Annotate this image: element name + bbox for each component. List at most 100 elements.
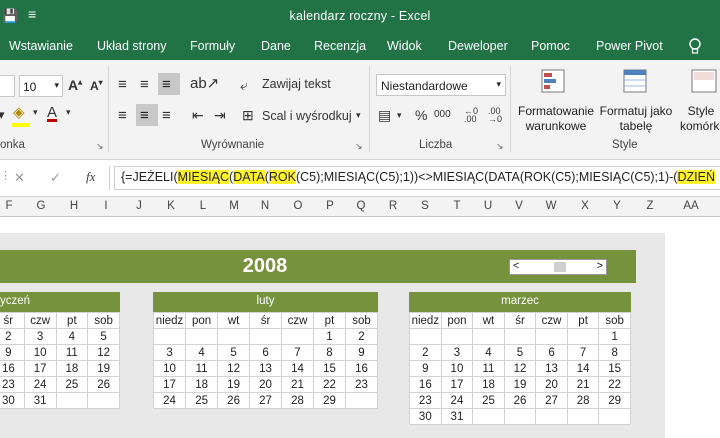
day-cell[interactable]: 4: [185, 344, 219, 361]
formula-input[interactable]: {=JEŻELI(MIESIĄC(DATA(ROK(C5);MIESIĄC(C5…: [114, 166, 720, 190]
percent-button[interactable]: %: [415, 108, 427, 122]
worksheet[interactable]: 2008 < > yczeń śr czw pt sob 2 3 4 5 9 10 11 12 16 17 1…: [0, 217, 720, 438]
day-cell[interactable]: 10: [440, 360, 474, 377]
day-cell[interactable]: 26: [503, 392, 537, 409]
scroll-right-icon[interactable]: >: [597, 260, 603, 272]
font-size-dropdown[interactable]: 10 ▾: [19, 75, 63, 97]
day-cell[interactable]: 2: [344, 328, 379, 345]
wrap-text-icon[interactable]: ⤶: [240, 78, 248, 92]
day-cell[interactable]: [566, 328, 600, 345]
day-cell[interactable]: 9: [344, 344, 379, 361]
tab-insert[interactable]: Wstawianie: [9, 39, 73, 53]
merge-center-button[interactable]: Scal i wyśrodkuj: [262, 110, 352, 123]
decrease-indent-icon[interactable]: ⇤: [192, 108, 204, 122]
day-cell[interactable]: 21: [280, 376, 315, 393]
column-header[interactable]: Y: [607, 200, 627, 212]
day-cell[interactable]: 25: [185, 392, 219, 409]
column-header[interactable]: R: [383, 200, 403, 212]
column-header[interactable]: W: [541, 200, 561, 212]
orientation-icon[interactable]: ab↗: [190, 76, 219, 91]
column-header[interactable]: J: [129, 200, 149, 212]
year-scrollbar[interactable]: < >: [509, 259, 607, 275]
column-header[interactable]: T: [447, 200, 467, 212]
chevron-down-icon[interactable]: ▾: [356, 111, 361, 120]
conditional-format-button[interactable]: Formatowanie warunkowe: [516, 104, 596, 134]
increase-decimal-icon[interactable]: ←0.00: [464, 107, 478, 124]
day-cell[interactable]: 5: [503, 344, 537, 361]
column-header[interactable]: Z: [640, 200, 660, 212]
column-header[interactable]: V: [509, 200, 529, 212]
chevron-down-icon[interactable]: ▾: [397, 111, 402, 120]
day-cell[interactable]: [440, 328, 474, 345]
cell-styles-button[interactable]: Style komórki: [676, 104, 720, 134]
day-cell[interactable]: 6: [249, 344, 282, 361]
scroll-thumb[interactable]: [554, 262, 566, 272]
wrap-text-button[interactable]: Zawijaj tekst: [262, 78, 331, 91]
tab-page-layout[interactable]: Układ strony: [97, 39, 166, 53]
day-cell[interactable]: [280, 328, 315, 345]
chevron-down-icon[interactable]: ▾: [66, 108, 71, 117]
day-cell[interactable]: [535, 408, 568, 425]
cell-styles-icon[interactable]: [690, 68, 718, 96]
day-cell[interactable]: 24: [440, 392, 474, 409]
column-header[interactable]: K: [161, 200, 181, 212]
column-header[interactable]: G: [31, 200, 51, 212]
day-cell[interactable]: 16: [0, 360, 25, 377]
day-cell[interactable]: 15: [313, 360, 346, 377]
day-cell[interactable]: 26: [217, 392, 251, 409]
font-color-icon[interactable]: A: [47, 105, 57, 120]
column-header[interactable]: N: [255, 200, 275, 212]
align-top-icon[interactable]: ≡: [118, 77, 127, 92]
column-header[interactable]: F: [0, 200, 19, 212]
day-cell[interactable]: 17: [152, 376, 187, 393]
day-cell[interactable]: [217, 328, 251, 345]
tab-power-pivot[interactable]: Power Pivot: [596, 39, 663, 53]
day-cell[interactable]: 23: [409, 392, 442, 409]
day-cell[interactable]: 8: [313, 344, 346, 361]
day-cell[interactable]: 2: [0, 328, 25, 345]
day-cell[interactable]: 30: [409, 408, 442, 425]
column-header[interactable]: M: [224, 200, 244, 212]
day-cell[interactable]: 12: [503, 360, 537, 377]
day-cell[interactable]: [344, 392, 379, 409]
column-header[interactable]: AA: [679, 200, 703, 212]
tab-developer[interactable]: Deweloper: [448, 39, 508, 53]
day-cell[interactable]: 11: [55, 344, 89, 361]
day-cell[interactable]: 21: [566, 376, 600, 393]
day-cell[interactable]: [249, 328, 282, 345]
tab-view[interactable]: Widok: [387, 39, 422, 53]
day-cell[interactable]: 20: [249, 376, 282, 393]
day-cell[interactable]: 25: [472, 392, 505, 409]
number-format-dropdown[interactable]: Niestandardowe ▾: [376, 74, 506, 96]
tab-review[interactable]: Recenzja: [314, 39, 366, 53]
day-cell[interactable]: 17: [440, 376, 474, 393]
day-cell[interactable]: 13: [535, 360, 568, 377]
day-cell[interactable]: 24: [23, 376, 57, 393]
day-cell[interactable]: 12: [217, 360, 251, 377]
column-header[interactable]: O: [288, 200, 308, 212]
tab-data[interactable]: Dane: [261, 39, 291, 53]
day-cell[interactable]: 19: [503, 376, 537, 393]
day-cell[interactable]: 3: [23, 328, 57, 345]
scroll-left-icon[interactable]: <: [513, 260, 519, 272]
lightbulb-icon[interactable]: [688, 38, 702, 55]
day-cell[interactable]: [409, 328, 442, 345]
day-cell[interactable]: [152, 328, 187, 345]
day-cell[interactable]: 9: [0, 344, 25, 361]
merge-center-icon[interactable]: ⊞: [242, 108, 254, 122]
day-cell[interactable]: 4: [472, 344, 505, 361]
day-cell[interactable]: 13: [249, 360, 282, 377]
day-cell[interactable]: 19: [87, 360, 120, 377]
align-center-button[interactable]: ≡: [136, 104, 158, 126]
day-cell[interactable]: 23: [0, 376, 25, 393]
column-header[interactable]: X: [575, 200, 595, 212]
day-cell[interactable]: [566, 408, 600, 425]
day-cell[interactable]: 29: [313, 392, 346, 409]
column-header[interactable]: Q: [351, 200, 371, 212]
day-cell[interactable]: 9: [409, 360, 442, 377]
day-cell[interactable]: 31: [440, 408, 474, 425]
day-cell[interactable]: 27: [535, 392, 568, 409]
day-cell[interactable]: 2: [409, 344, 442, 361]
day-cell[interactable]: 1: [598, 328, 631, 345]
align-bottom-button[interactable]: ≡: [158, 73, 180, 95]
